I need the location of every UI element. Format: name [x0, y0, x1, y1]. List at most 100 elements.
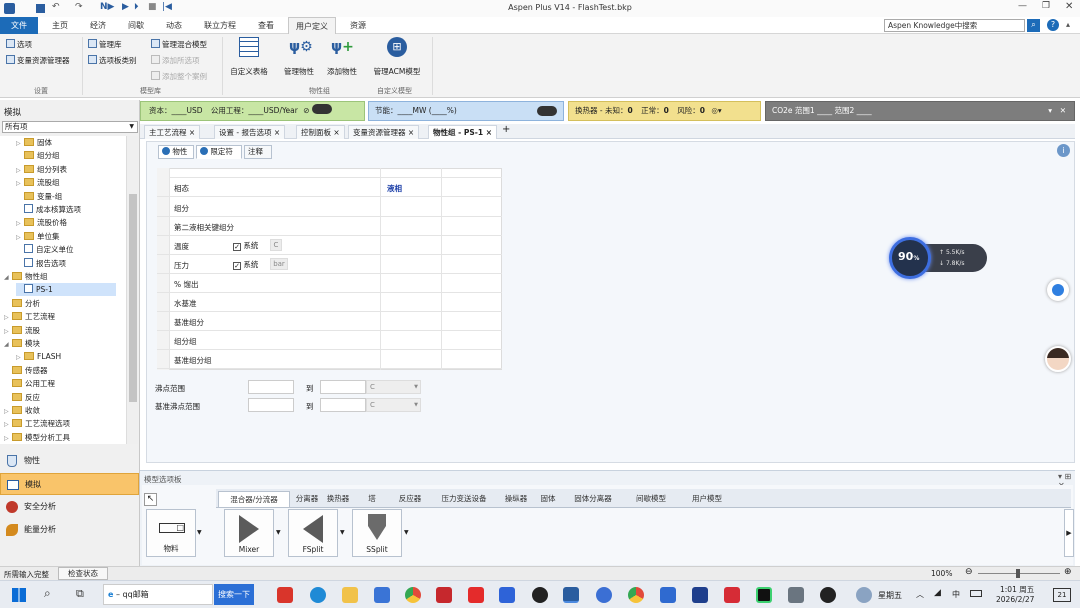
- nav-tree-item[interactable]: 传感器: [4, 364, 48, 377]
- taskbar-search-button[interactable]: 搜索一下: [214, 584, 254, 605]
- help-icon[interactable]: ?: [1047, 19, 1059, 31]
- base-bubble-range-unit-select[interactable]: C ▼: [366, 398, 421, 412]
- qualifier-row[interactable]: 第二液相关键组分: [157, 217, 502, 236]
- qualifier-row[interactable]: % 馏出: [157, 274, 502, 293]
- bubble-range-from-input[interactable]: [248, 380, 294, 394]
- nav-tree-item[interactable]: ▷ 流股组: [16, 176, 60, 189]
- qualifier-row[interactable]: 组分: [157, 198, 502, 217]
- tab-batch[interactable]: 间歇: [118, 17, 154, 34]
- run-icon[interactable]: ▶: [122, 2, 129, 12]
- nav-button-simulation[interactable]: 模拟: [0, 473, 139, 495]
- reset-icon[interactable]: |◀: [162, 2, 172, 12]
- qualifier-row[interactable]: 基准组分组: [157, 350, 502, 369]
- app-icon[interactable]: [596, 587, 612, 603]
- clock-time[interactable]: 1:01 周五: [1000, 584, 1034, 595]
- tab-home[interactable]: 主页: [42, 17, 78, 34]
- nav-tree-item[interactable]: ▷ 流股价格: [16, 216, 67, 229]
- tab-equation-oriented[interactable]: 联立方程: [196, 17, 244, 34]
- nav-tree-item[interactable]: ▷ 工艺流程: [4, 310, 55, 323]
- doc-tab-control-panel[interactable]: 控制面板 ×: [296, 125, 345, 139]
- assistant-chat-icon[interactable]: [1047, 279, 1069, 301]
- nav-tree-item[interactable]: 公用工程: [4, 377, 55, 390]
- app-icon[interactable]: [660, 587, 676, 603]
- nav-tree-item[interactable]: ▷ 模型分析工具: [4, 431, 70, 444]
- palette-item-ssplit[interactable]: SSplit: [352, 509, 402, 557]
- task-view-icon[interactable]: ⧉: [76, 587, 84, 601]
- temperature-basis-checkbox[interactable]: ✓ 系统: [233, 240, 258, 251]
- qq-icon[interactable]: [820, 587, 836, 603]
- nav-tree-item[interactable]: ▷ 工艺流程选项: [4, 417, 70, 430]
- palette-item-mixer[interactable]: Mixer: [224, 509, 274, 557]
- check-status-button[interactable]: 检查状态: [58, 567, 108, 580]
- more-icon[interactable]: [692, 587, 708, 603]
- palette-dropdown[interactable]: ▼: [404, 529, 409, 536]
- manage-properties-button[interactable]: ψ⚙ 管理物性: [282, 37, 316, 81]
- pressure-basis-checkbox[interactable]: ✓ 系统: [233, 259, 258, 270]
- add-whole-case-button[interactable]: 添加整个案例: [151, 71, 207, 82]
- palette-item-material-stream[interactable]: □ 物料: [146, 509, 196, 557]
- custom-table-button[interactable]: 自定义表格: [228, 37, 270, 81]
- avatar[interactable]: [1045, 346, 1071, 372]
- expand-arrow-icon[interactable]: ▷: [16, 217, 24, 230]
- search-icon[interactable]: ⌕: [44, 586, 51, 601]
- pressure-unit-select[interactable]: bar: [270, 258, 288, 270]
- close-icon[interactable]: ×: [189, 128, 195, 137]
- cad-icon[interactable]: [436, 587, 452, 603]
- taskbar-search-input[interactable]: e – qq邮箱: [103, 584, 213, 605]
- qualifier-row[interactable]: 相态: [157, 178, 502, 197]
- quick-access-save-icon[interactable]: [36, 4, 45, 13]
- energy-toggle[interactable]: [537, 106, 557, 116]
- network-icon[interactable]: ◢: [934, 588, 941, 598]
- knowledge-search-input[interactable]: Aspen Knowledge中搜索: [884, 19, 1025, 32]
- expand-arrow-icon[interactable]: ▷: [16, 231, 24, 244]
- tray-chevron-icon[interactable]: ︿: [916, 589, 924, 600]
- base-bubble-range-to-input[interactable]: [320, 398, 366, 412]
- nav-tree-item[interactable]: ▷ 单位集: [16, 230, 60, 243]
- nav-filter-select[interactable]: 所有项 ▼: [2, 121, 138, 133]
- palette-tab[interactable]: 分离器: [292, 491, 322, 507]
- qualifier-row[interactable]: 基准组分: [157, 312, 502, 331]
- palette-tab[interactable]: 换热器: [324, 491, 352, 507]
- palette-scroll-right[interactable]: ▶: [1064, 509, 1074, 557]
- palette-tab[interactable]: 固体分离器: [564, 491, 622, 507]
- expand-arrow-icon[interactable]: ▷: [4, 311, 12, 324]
- app-icon[interactable]: [374, 587, 390, 603]
- ribbon-collapse-icon[interactable]: ▴: [1066, 20, 1070, 29]
- quick-access-redo-icon[interactable]: ↷: [75, 2, 83, 12]
- zoom-out-button[interactable]: ⊖: [965, 567, 973, 577]
- close-icon[interactable]: ×: [408, 128, 414, 137]
- close-icon[interactable]: ×: [274, 128, 280, 137]
- clock-date[interactable]: 2026/2/27: [996, 595, 1034, 604]
- palette-tab[interactable]: 固体: [534, 491, 562, 507]
- manage-acm-models-button[interactable]: ⊞ 管理ACM模型: [368, 37, 426, 81]
- tab-customize[interactable]: 用户定义: [288, 17, 336, 34]
- quick-access-next-icon[interactable]: N▶: [100, 2, 114, 12]
- palette-tab[interactable]: 混合器/分流器: [218, 491, 290, 507]
- expand-arrow-icon[interactable]: ◢: [4, 271, 12, 284]
- temperature-unit-select[interactable]: C: [270, 239, 282, 251]
- palette-tab[interactable]: 间歇模型: [624, 491, 678, 507]
- expand-arrow-icon[interactable]: ▷: [16, 137, 24, 150]
- form-tab-comments[interactable]: 注释: [244, 145, 272, 159]
- pycharm-icon[interactable]: [756, 587, 772, 603]
- palette-item-fsplit[interactable]: FSplit: [288, 509, 338, 557]
- tab-file[interactable]: 文件: [0, 17, 38, 34]
- chrome-icon[interactable]: [405, 587, 421, 603]
- pointer-tool[interactable]: ↖: [144, 493, 157, 506]
- nav-tree-item[interactable]: ◢ 模块: [4, 337, 40, 350]
- notification-badge[interactable]: 21: [1053, 588, 1071, 602]
- nav-button-energy-analysis[interactable]: 能量分析: [0, 519, 139, 541]
- nav-tree-scrollbar[interactable]: [126, 136, 138, 444]
- qualifier-row[interactable]: 水基准: [157, 293, 502, 312]
- palette-dropdown[interactable]: ▼: [340, 529, 345, 536]
- expand-arrow-icon[interactable]: ▷: [4, 432, 12, 444]
- doc-tab-property-set[interactable]: 物性组 - PS-1 ×: [428, 125, 497, 139]
- weather-icon[interactable]: [856, 587, 872, 603]
- maximize-button[interactable]: ❐: [1042, 1, 1050, 11]
- info-icon[interactable]: i: [1057, 144, 1070, 157]
- tab-view[interactable]: 查看: [248, 17, 284, 34]
- manage-hybrid-models-button[interactable]: 管理混合模型: [151, 39, 207, 50]
- quick-access-undo-icon[interactable]: ↶: [52, 2, 60, 12]
- expand-arrow-icon[interactable]: ▷: [16, 177, 24, 190]
- nav-tree-item[interactable]: 自定义单位: [16, 243, 74, 256]
